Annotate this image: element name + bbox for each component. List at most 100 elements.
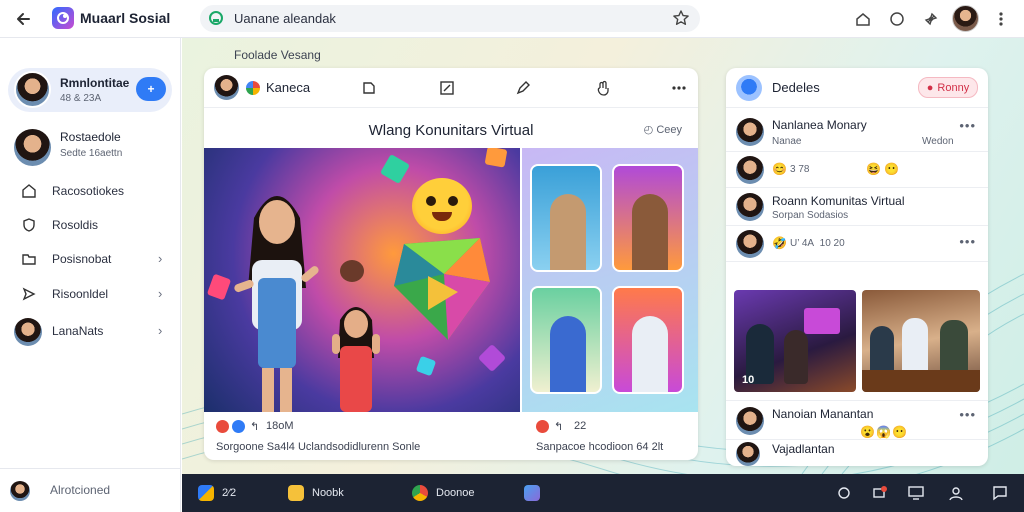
item-sub: Nanae [772, 136, 802, 147]
account-sub: 48 & 23A [60, 93, 102, 104]
account-name: Rmnlontitae [60, 76, 130, 90]
heart-react-icon[interactable] [536, 420, 549, 433]
notification-badge-icon[interactable] [870, 483, 890, 503]
list-item[interactable]: Vajadlantan [726, 440, 988, 466]
sidebar-item-label: LanaNats [52, 324, 104, 338]
sidebar-item-risoonldel[interactable]: Risoonldel › [0, 279, 181, 309]
site-icon [208, 10, 224, 31]
chevron-right-icon: › [158, 251, 163, 266]
send-icon [20, 286, 38, 302]
photo-tile[interactable] [530, 164, 602, 272]
hand-icon[interactable] [594, 79, 612, 97]
list-item[interactable]: Nanlanea Monary Nanae Wedon ••• [726, 112, 988, 152]
more-vert-icon[interactable] [990, 8, 1012, 30]
sidebar-item-label: Posisnobat [52, 252, 112, 266]
back-arrow-icon[interactable] [12, 8, 34, 30]
main-area: Foolade Vesang Kaneca Wlang Konunitars V… [182, 38, 1024, 474]
emoji-icon: 😮 [860, 425, 875, 439]
more-horiz-icon[interactable]: ••• [959, 407, 976, 422]
network-icon[interactable] [834, 483, 854, 503]
folder-icon [288, 485, 304, 501]
emoji-icon: 😊 [772, 162, 787, 176]
taskbar-item[interactable]: 2⁄2 [198, 482, 236, 504]
more-horiz-icon[interactable]: ••• [959, 234, 976, 249]
taskbar-label: 2⁄2 [222, 487, 237, 499]
chat-icon[interactable] [990, 483, 1010, 503]
item-name: Vajadlantan [772, 442, 835, 456]
person-shape [784, 330, 808, 384]
address-bar[interactable]: Uanane aleandak [200, 5, 700, 32]
photo-grid [522, 148, 698, 412]
sidebar-item-posisnobat[interactable]: Posisnobat › [0, 244, 181, 274]
photo-tile[interactable] [612, 286, 684, 394]
taskbar-item[interactable] [524, 482, 540, 504]
emoji-icon: 😆 [866, 162, 881, 176]
hero-image[interactable] [204, 148, 520, 412]
sidebar-item-label: Racosotiokes [52, 184, 125, 198]
photo-tile[interactable] [612, 164, 684, 272]
taskbar: 2⁄2 Noobk Doonoe [182, 474, 1024, 512]
sidebar-footer[interactable]: Alrotcioned [0, 468, 181, 512]
confetti-shape [477, 343, 507, 373]
child-graphic [332, 307, 380, 412]
item-extra: Wedon [922, 136, 954, 147]
list-item[interactable]: Roann Komunitas Virtual Sorpan Sodasios [726, 188, 988, 226]
list-item[interactable]: Nanoian Manantan 😮 😱 😶 ••• [726, 400, 988, 440]
secondary-avatar [14, 129, 51, 166]
star-icon[interactable] [672, 9, 690, 32]
more-horiz-icon[interactable] [670, 79, 688, 97]
profile-avatar[interactable] [952, 5, 979, 32]
confetti-shape [206, 273, 232, 301]
chevron-right-icon: › [158, 286, 163, 301]
shield-icon [20, 217, 38, 233]
sidebar-item-racosotiokes[interactable]: Racosotiokes [0, 176, 181, 206]
user-icon[interactable] [946, 483, 966, 503]
smiley-face-graphic [412, 178, 472, 234]
photo-thumbnail[interactable] [862, 290, 980, 392]
edit-box-icon[interactable] [438, 79, 456, 97]
home-icon[interactable] [852, 8, 874, 30]
circle-icon[interactable] [886, 8, 908, 30]
item-avatar [736, 407, 764, 435]
account-add-button[interactable]: + [136, 77, 166, 101]
confetti-shape [340, 260, 364, 282]
photo-thumbnail[interactable]: 10 [734, 290, 856, 392]
sticker-icon[interactable] [360, 79, 378, 97]
item-sub: Sorpan Sodasios [772, 210, 849, 221]
app-logo-icon[interactable] [52, 7, 74, 29]
taskbar-item[interactable]: Noobk [288, 482, 344, 504]
sidebar-item-lananats[interactable]: LanaNats › [0, 316, 181, 346]
feed-meta: ◴ Ceey [644, 123, 682, 136]
panel-pill-button[interactable]: ● Ronny [918, 77, 978, 98]
taskbar-item[interactable]: Doonoe [412, 482, 475, 504]
feed-count-right: 22 [574, 420, 587, 432]
item-avatar [736, 442, 760, 466]
secondary-sub: Sedte 16aettn [60, 148, 123, 159]
apps-icon [524, 485, 540, 501]
more-horiz-icon[interactable]: ••• [959, 118, 976, 133]
pin-icon[interactable] [920, 8, 942, 30]
clock-icon: ◴ [643, 124, 654, 136]
taskbar-label: Doonoe [436, 487, 475, 499]
reply-icon[interactable]: ↰ [250, 420, 259, 433]
reply-icon[interactable]: ↰ [554, 420, 563, 433]
windows-icon [198, 485, 214, 501]
details-panel: Dedeles ● Ronny Nanlanea Monary Nanae Wed… [726, 68, 988, 466]
heart-react-icon[interactable] [216, 420, 229, 433]
pen-icon[interactable] [514, 79, 532, 97]
like-react-icon[interactable] [232, 420, 245, 433]
footer-label: Alrotcioned [50, 483, 111, 497]
list-item[interactable]: 😊 3 78 😆 😶 [726, 152, 988, 188]
account-card[interactable]: Rmnlontitae 48 & 23A + [8, 68, 172, 112]
table-shape [862, 370, 980, 392]
list-item[interactable]: 🤣 U’ 4A 10 20 ••• [726, 226, 988, 262]
taskbar-label: Noobk [312, 487, 344, 499]
sidebar-item-rosoldis[interactable]: Rosoldis [0, 210, 181, 240]
display-icon[interactable] [906, 483, 926, 503]
feed-reactions-row: ↰ 18oM ↰ 22 [204, 416, 698, 438]
photo-tile[interactable] [530, 286, 602, 394]
gem-graphic [394, 238, 490, 340]
feed-author-name[interactable]: Kaneca [266, 80, 310, 95]
item-avatar [736, 193, 764, 221]
feed-author-avatar[interactable] [214, 75, 239, 100]
